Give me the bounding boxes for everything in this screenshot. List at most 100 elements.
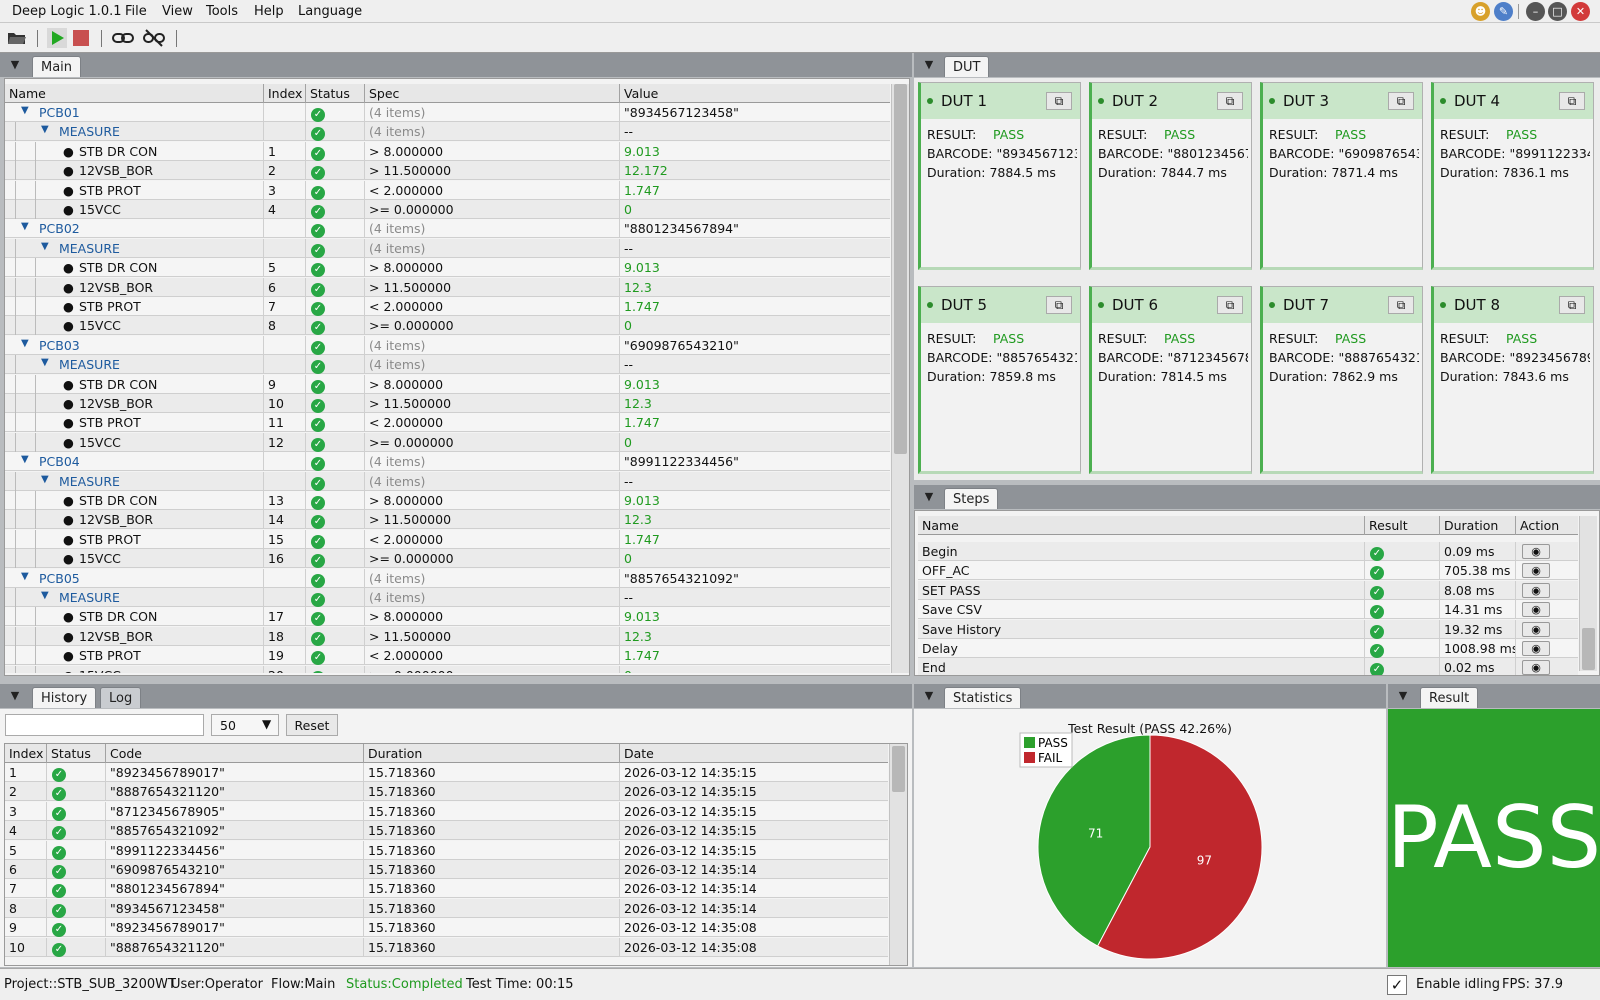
expand-arrow-icon[interactable]: ▼: [21, 221, 29, 232]
col-hist-date[interactable]: Date: [620, 744, 888, 763]
tab-log[interactable]: Log: [100, 687, 142, 708]
tree-row[interactable]: ▼ MEASURE ✓ (4 items) --: [5, 588, 890, 607]
close-icon[interactable]: ✕: [1571, 2, 1590, 21]
expand-arrow-icon[interactable]: ▼: [41, 474, 49, 485]
copy-icon[interactable]: ⧉: [1388, 296, 1414, 314]
panel-menu-icon[interactable]: ▼: [921, 488, 937, 504]
tree-row[interactable]: ● 12VSB_BOR 2 ✓ > 11.500000 12.172: [5, 161, 890, 181]
tree-row[interactable]: ● STB PROT 15 ✓ < 2.000000 1.747: [5, 529, 890, 549]
col-hist-status[interactable]: Status: [47, 744, 106, 763]
history-row[interactable]: 5 ✓ "8991122334456" 15.718360 2026-03-12 14:…: [5, 840, 888, 860]
tab-steps[interactable]: Steps: [944, 488, 999, 509]
stop-icon[interactable]: [70, 26, 92, 50]
tree-row[interactable]: ▼ MEASURE ✓ (4 items) --: [5, 238, 890, 258]
history-row[interactable]: 9 ✓ "8923456789017" 15.718360 2026-03-12 14:…: [5, 918, 888, 938]
tree-row[interactable]: ● STB PROT 7 ✓ < 2.000000 1.747: [5, 297, 890, 316]
tree-row[interactable]: ● 15VCC 8 ✓ >= 0.000000 0: [5, 316, 890, 336]
menu-help[interactable]: Help: [254, 4, 284, 19]
col-status[interactable]: Status: [306, 84, 365, 103]
expand-arrow-icon[interactable]: ▼: [41, 590, 49, 601]
tree-row[interactable]: ● STB DR CON 13 ✓ > 8.000000 9.013: [5, 491, 890, 510]
tab-dut[interactable]: DUT: [944, 56, 990, 77]
maximize-icon[interactable]: □: [1548, 2, 1567, 21]
steps-scrollbar-thumb[interactable]: [1582, 628, 1595, 670]
history-row[interactable]: 3 ✓ "8712345678905" 15.718360 2026-03-12 14:…: [5, 801, 888, 821]
col-step-result[interactable]: Result: [1365, 516, 1440, 535]
menu-language[interactable]: Language: [298, 4, 362, 19]
dut-card[interactable]: DUT 6 ⧉ RESULT: PASS BARCODE: "8712345678…: [1089, 286, 1252, 474]
col-value[interactable]: Value: [620, 84, 890, 103]
col-hist-duration[interactable]: Duration: [364, 744, 620, 763]
tree-row[interactable]: ● STB DR CON 17 ✓ > 8.000000 9.013: [5, 607, 890, 627]
panel-menu-icon[interactable]: ▼: [1395, 687, 1411, 703]
expand-arrow-icon[interactable]: ▼: [21, 338, 29, 349]
eye-icon[interactable]: ◉: [1522, 563, 1550, 579]
steps-scrollbar[interactable]: [1579, 516, 1597, 671]
page-size-select[interactable]: 50 ▼: [211, 714, 279, 736]
expand-arrow-icon[interactable]: ▼: [41, 124, 49, 135]
eye-icon[interactable]: ◉: [1522, 602, 1550, 618]
tree-row[interactable]: ▼ MEASURE ✓ (4 items) --: [5, 122, 890, 142]
expand-arrow-icon[interactable]: ▼: [21, 571, 29, 582]
history-row[interactable]: 10 ✓ "8887654321120" 15.718360 2026-03-12 14…: [5, 937, 888, 957]
tree-row[interactable]: ● STB DR CON 5 ✓ > 8.000000 9.013: [5, 258, 890, 278]
history-scrollbar[interactable]: [889, 744, 907, 965]
connect-icon[interactable]: [110, 26, 136, 50]
copy-icon[interactable]: ⧉: [1046, 296, 1072, 314]
enable-idling-checkbox[interactable]: ✓: [1387, 975, 1407, 995]
tree-row[interactable]: ▼ MEASURE ✓ (4 items) --: [5, 471, 890, 491]
dut-card[interactable]: DUT 4 ⧉ RESULT: PASS BARCODE: "8991122334…: [1431, 82, 1594, 270]
tree-row[interactable]: ● 12VSB_BOR 18 ✓ > 11.500000 12.3: [5, 626, 890, 646]
expand-arrow-icon[interactable]: ▼: [21, 454, 29, 465]
eye-icon[interactable]: ◉: [1522, 544, 1550, 559]
edit-icon[interactable]: ✎: [1494, 2, 1513, 21]
tree-row[interactable]: ▼ PCB02 ✓ (4 items) "8801234567894": [5, 219, 890, 239]
eye-icon[interactable]: ◉: [1522, 582, 1550, 598]
copy-icon[interactable]: ⧉: [1559, 92, 1585, 110]
col-index[interactable]: Index: [264, 84, 306, 103]
tab-history[interactable]: History: [32, 687, 97, 708]
copy-icon[interactable]: ⧉: [1388, 92, 1414, 110]
tree-row[interactable]: ● STB PROT 11 ✓ < 2.000000 1.747: [5, 413, 890, 433]
dut-card[interactable]: DUT 5 ⧉ RESULT: PASS BARCODE: "8857654321…: [918, 286, 1081, 474]
copy-icon[interactable]: ⧉: [1217, 296, 1243, 314]
col-step-name[interactable]: Name: [918, 516, 1365, 535]
col-name[interactable]: Name: [5, 84, 264, 103]
tree-row[interactable]: ● 12VSB_BOR 14 ✓ > 11.500000 12.3: [5, 510, 890, 530]
tree-row[interactable]: ● 15VCC 20 ✓ >= 0.0000000: [5, 665, 890, 673]
step-row[interactable]: End ✓ 0.02 ms ◉: [918, 658, 1578, 675]
dut-card[interactable]: DUT 8 ⧉ RESULT: PASS BARCODE: "8923456789…: [1431, 286, 1594, 474]
tree-row[interactable]: ▼ MEASURE ✓ (4 items) --: [5, 355, 890, 375]
reset-button[interactable]: Reset: [286, 714, 338, 736]
tree-row[interactable]: ● STB PROT 3 ✓ < 2.000000 1.747: [5, 180, 890, 200]
user-icon[interactable]: ☻: [1471, 2, 1490, 21]
step-row[interactable]: SET PASS ✓ 8.08 ms ◉: [918, 580, 1578, 600]
expand-arrow-icon[interactable]: ▼: [41, 357, 49, 368]
history-row[interactable]: 4 ✓ "8857654321092" 15.718360 2026-03-12 14:…: [5, 821, 888, 841]
history-row[interactable]: 6 ✓ "6909876543210" 15.718360 2026-03-12 14:…: [5, 860, 888, 879]
tree-row[interactable]: ● 15VCC 4 ✓ >= 0.000000 0: [5, 200, 890, 219]
tab-result[interactable]: Result: [1420, 687, 1479, 708]
tree-row[interactable]: ▼ PCB04 ✓ (4 items) "8991122334456": [5, 452, 890, 472]
history-search-input[interactable]: [5, 714, 204, 736]
menu-view[interactable]: View: [162, 4, 193, 19]
tree-row[interactable]: ● STB PROT 19 ✓ < 2.000000 1.747: [5, 646, 890, 666]
eye-icon[interactable]: ◉: [1522, 621, 1550, 637]
step-row[interactable]: OFF_AC ✓ 705.38 ms ◉: [918, 561, 1578, 581]
tree-row[interactable]: ● 12VSB_BOR 10 ✓ > 11.500000 12.3: [5, 394, 890, 413]
tree-row[interactable]: ● 15VCC 12 ✓ >= 0.000000 0: [5, 432, 890, 452]
eye-icon[interactable]: ◉: [1522, 660, 1550, 675]
tree-row[interactable]: ▼ PCB03 ✓ (4 items) "6909876543210": [5, 335, 890, 355]
history-scrollbar-thumb[interactable]: [892, 746, 905, 792]
eye-icon[interactable]: ◉: [1522, 641, 1550, 656]
col-step-action[interactable]: Action: [1516, 516, 1578, 535]
main-scrollbar-thumb[interactable]: [894, 84, 907, 454]
dut-card[interactable]: DUT 3 ⧉ RESULT: PASS BARCODE: "6909876543…: [1260, 82, 1423, 270]
history-row[interactable]: 7 ✓ "8801234567894" 15.718360 2026-03-12 14:…: [5, 879, 888, 899]
step-row[interactable]: Delay ✓ 1008.98 ms ◉: [918, 639, 1578, 658]
step-row[interactable]: Save History ✓ 19.32 ms ◉: [918, 619, 1578, 639]
dut-card[interactable]: DUT 2 ⧉ RESULT: PASS BARCODE: "8801234567…: [1089, 82, 1252, 270]
tree-row[interactable]: ● 15VCC 16 ✓ >= 0.000000 0: [5, 549, 890, 569]
panel-menu-icon[interactable]: ▼: [7, 687, 23, 703]
col-step-duration[interactable]: Duration: [1440, 516, 1516, 535]
